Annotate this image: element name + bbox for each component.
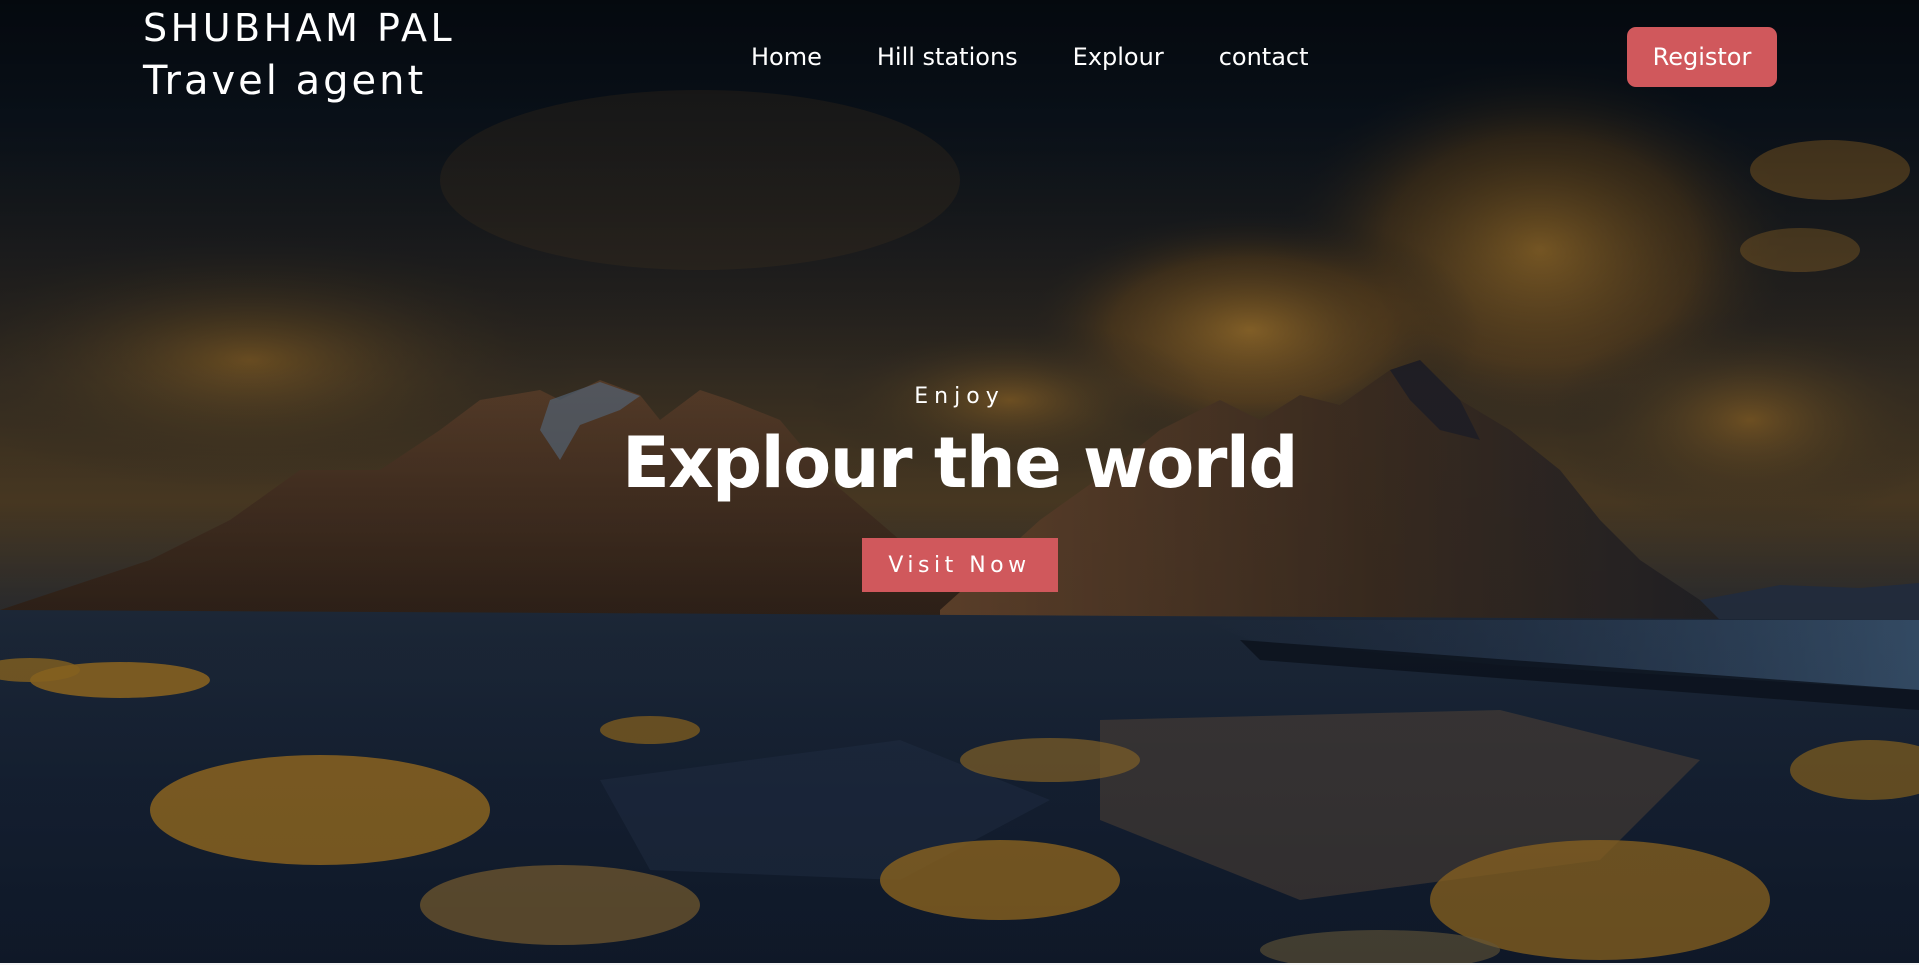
register-button[interactable]: Registor [1627,27,1777,87]
nav-item-contact[interactable]: contact [1219,40,1309,74]
brand-name: SHUBHAM PAL [143,6,456,50]
hero-title: Explour the world [622,422,1298,504]
main-nav: Home Hill stations Explour contact [751,40,1364,74]
nav-item-home[interactable]: Home [751,40,822,74]
hero: Enjoy Explour the world Visit Now [0,380,1919,592]
nav-item-explour[interactable]: Explour [1073,40,1164,74]
hero-kicker: Enjoy [914,384,1005,409]
brand[interactable]: SHUBHAM PAL Travel agent [143,6,455,108]
brand-subtitle: Travel agent [143,58,427,104]
nav-item-hill-stations[interactable]: Hill stations [877,40,1018,74]
page: SHUBHAM PAL Travel agent Home Hill stati… [0,0,1919,965]
visit-now-button[interactable]: Visit Now [861,538,1058,592]
